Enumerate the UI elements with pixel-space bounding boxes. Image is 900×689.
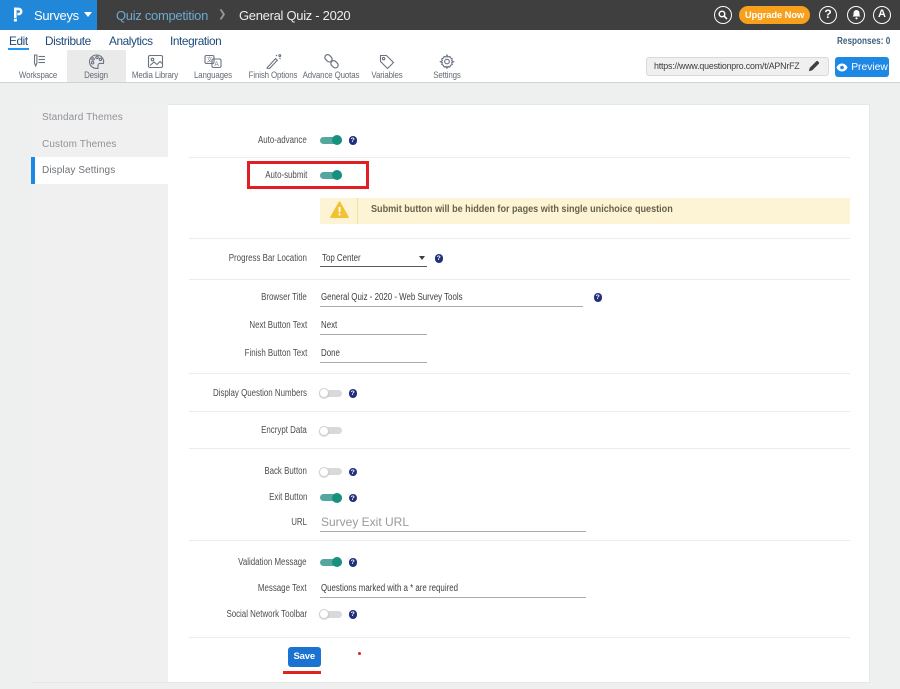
svg-text:A: A — [214, 61, 219, 68]
svg-text:文: 文 — [206, 56, 212, 64]
